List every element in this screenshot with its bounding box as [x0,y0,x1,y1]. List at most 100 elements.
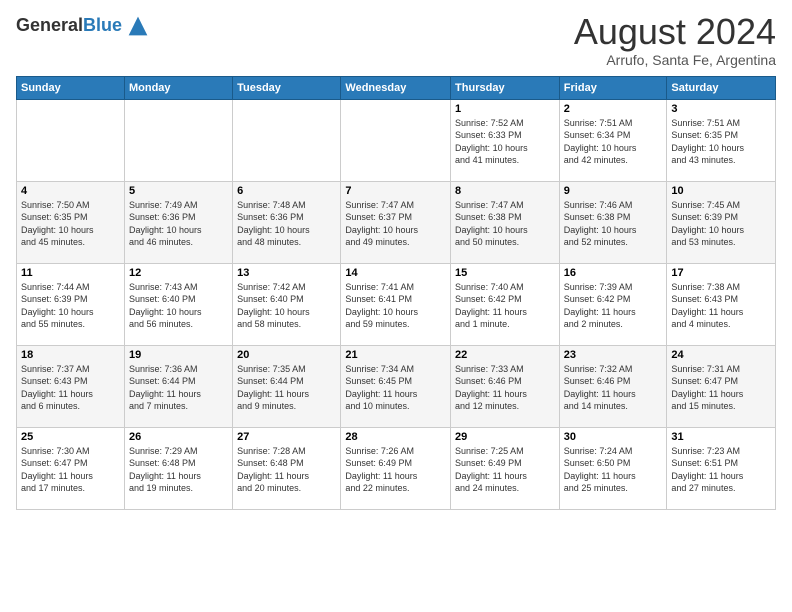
calendar-cell: 30 Sunrise: 7:24 AMSunset: 6:50 PMDayligh… [559,427,667,509]
calendar-cell [124,99,232,181]
calendar-table: SundayMondayTuesdayWednesdayThursdayFrid… [16,76,776,510]
logo-general: General [16,15,83,35]
day-number: 29 [455,431,555,443]
day-number: 14 [345,267,446,279]
month-title: August 2024 [574,12,776,52]
day-number: 4 [21,185,120,197]
weekday-header-friday: Friday [559,76,667,99]
calendar-cell: 16 Sunrise: 7:39 AMSunset: 6:42 PMDayligh… [559,263,667,345]
calendar-cell: 21 Sunrise: 7:34 AMSunset: 6:45 PMDayligh… [341,345,451,427]
logo-icon [124,12,152,40]
calendar-cell: 4 Sunrise: 7:50 AMSunset: 6:35 PMDaylight… [17,181,125,263]
day-info: Sunrise: 7:47 AMSunset: 6:38 PMDaylight:… [455,199,555,249]
day-info: Sunrise: 7:50 AMSunset: 6:35 PMDaylight:… [21,199,120,249]
calendar-cell: 27Sunrise: 7:28 AMSunset: 6:48 PMDayligh… [233,427,341,509]
day-number: 15 [455,267,555,279]
calendar-cell [17,99,125,181]
day-info: Sunrise: 7:28 AMSunset: 6:48 PMDaylight:… [237,445,336,495]
calendar-cell: 1 Sunrise: 7:52 AMSunset: 6:33 PMDaylight… [451,99,560,181]
calendar-cell: 31 Sunrise: 7:23 AMSunset: 6:51 PMDayligh… [667,427,776,509]
day-info: Sunrise: 7:41 AMSunset: 6:41 PMDaylight:… [345,281,446,331]
calendar-cell: 13 Sunrise: 7:42 AMSunset: 6:40 PMDayligh… [233,263,341,345]
day-info: Sunrise: 7:46 AMSunset: 6:38 PMDaylight:… [564,199,663,249]
day-number: 23 [564,349,663,361]
day-info: Sunrise: 7:33 AMSunset: 6:46 PMDaylight:… [455,363,555,413]
day-number: 28 [345,431,446,443]
day-info: Sunrise: 7:32 AMSunset: 6:46 PMDaylight:… [564,363,663,413]
calendar-cell: 19Sunrise: 7:36 AMSunset: 6:44 PMDayligh… [124,345,232,427]
location-subtitle: Arrufo, Santa Fe, Argentina [574,52,776,68]
day-number: 12 [129,267,228,279]
day-number: 17 [671,267,771,279]
calendar-cell: 10 Sunrise: 7:45 AMSunset: 6:39 PMDayligh… [667,181,776,263]
calendar-cell: 11 Sunrise: 7:44 AMSunset: 6:39 PMDayligh… [17,263,125,345]
calendar-cell: 8 Sunrise: 7:47 AMSunset: 6:38 PMDaylight… [451,181,560,263]
day-info: Sunrise: 7:29 AMSunset: 6:48 PMDaylight:… [129,445,228,495]
calendar-cell: 15 Sunrise: 7:40 AMSunset: 6:42 PMDayligh… [451,263,560,345]
day-info: Sunrise: 7:44 AMSunset: 6:39 PMDaylight:… [21,281,120,331]
day-number: 11 [21,267,120,279]
day-number: 5 [129,185,228,197]
day-info: Sunrise: 7:51 AMSunset: 6:34 PMDaylight:… [564,117,663,167]
day-info: Sunrise: 7:45 AMSunset: 6:39 PMDaylight:… [671,199,771,249]
weekday-header-sunday: Sunday [17,76,125,99]
day-info: Sunrise: 7:26 AMSunset: 6:49 PMDaylight:… [345,445,446,495]
day-info: Sunrise: 7:37 AMSunset: 6:43 PMDaylight:… [21,363,120,413]
day-number: 31 [671,431,771,443]
day-info: Sunrise: 7:23 AMSunset: 6:51 PMDaylight:… [671,445,771,495]
day-number: 24 [671,349,771,361]
calendar-cell: 28 Sunrise: 7:26 AMSunset: 6:49 PMDayligh… [341,427,451,509]
day-info: Sunrise: 7:49 AMSunset: 6:36 PMDaylight:… [129,199,228,249]
day-info: Sunrise: 7:47 AMSunset: 6:37 PMDaylight:… [345,199,446,249]
day-number: 1 [455,103,555,115]
day-info: Sunrise: 7:34 AMSunset: 6:45 PMDaylight:… [345,363,446,413]
day-info: Sunrise: 7:25 AMSunset: 6:49 PMDaylight:… [455,445,555,495]
calendar-cell: 5 Sunrise: 7:49 AMSunset: 6:36 PMDaylight… [124,181,232,263]
calendar-week-row: 4 Sunrise: 7:50 AMSunset: 6:35 PMDaylight… [17,181,776,263]
calendar-cell: 14 Sunrise: 7:41 AMSunset: 6:41 PMDayligh… [341,263,451,345]
calendar-cell: 20Sunrise: 7:35 AMSunset: 6:44 PMDayligh… [233,345,341,427]
day-number: 22 [455,349,555,361]
calendar-cell [341,99,451,181]
weekday-header-tuesday: Tuesday [233,76,341,99]
calendar-cell: 3Sunrise: 7:51 AMSunset: 6:35 PMDaylight… [667,99,776,181]
calendar-cell: 18 Sunrise: 7:37 AMSunset: 6:43 PMDayligh… [17,345,125,427]
day-number: 19 [129,349,228,361]
day-number: 3 [671,103,771,115]
day-info: Sunrise: 7:52 AMSunset: 6:33 PMDaylight:… [455,117,555,167]
day-info: Sunrise: 7:38 AMSunset: 6:43 PMDaylight:… [671,281,771,331]
weekday-header-row: SundayMondayTuesdayWednesdayThursdayFrid… [17,76,776,99]
day-info: Sunrise: 7:42 AMSunset: 6:40 PMDaylight:… [237,281,336,331]
calendar-cell [233,99,341,181]
day-number: 9 [564,185,663,197]
day-info: Sunrise: 7:48 AMSunset: 6:36 PMDaylight:… [237,199,336,249]
day-number: 6 [237,185,336,197]
day-number: 8 [455,185,555,197]
title-block: August 2024 Arrufo, Santa Fe, Argentina [574,12,776,68]
calendar-week-row: 18 Sunrise: 7:37 AMSunset: 6:43 PMDayligh… [17,345,776,427]
calendar-cell: 6 Sunrise: 7:48 AMSunset: 6:36 PMDaylight… [233,181,341,263]
weekday-header-thursday: Thursday [451,76,560,99]
day-number: 30 [564,431,663,443]
day-info: Sunrise: 7:31 AMSunset: 6:47 PMDaylight:… [671,363,771,413]
day-number: 18 [21,349,120,361]
weekday-header-wednesday: Wednesday [341,76,451,99]
day-number: 13 [237,267,336,279]
calendar-cell: 26Sunrise: 7:29 AMSunset: 6:48 PMDayligh… [124,427,232,509]
logo: GeneralBlue [16,12,152,40]
logo-blue: Blue [83,15,122,35]
calendar-cell: 17 Sunrise: 7:38 AMSunset: 6:43 PMDayligh… [667,263,776,345]
calendar-cell: 29 Sunrise: 7:25 AMSunset: 6:49 PMDayligh… [451,427,560,509]
day-number: 2 [564,103,663,115]
day-info: Sunrise: 7:24 AMSunset: 6:50 PMDaylight:… [564,445,663,495]
day-info: Sunrise: 7:35 AMSunset: 6:44 PMDaylight:… [237,363,336,413]
calendar-week-row: 11 Sunrise: 7:44 AMSunset: 6:39 PMDayligh… [17,263,776,345]
page-header: GeneralBlue August 2024 Arrufo, Santa Fe… [16,12,776,68]
calendar-cell: 9 Sunrise: 7:46 AMSunset: 6:38 PMDaylight… [559,181,667,263]
day-number: 21 [345,349,446,361]
day-info: Sunrise: 7:40 AMSunset: 6:42 PMDaylight:… [455,281,555,331]
day-number: 10 [671,185,771,197]
day-number: 16 [564,267,663,279]
day-number: 25 [21,431,120,443]
day-info: Sunrise: 7:39 AMSunset: 6:42 PMDaylight:… [564,281,663,331]
